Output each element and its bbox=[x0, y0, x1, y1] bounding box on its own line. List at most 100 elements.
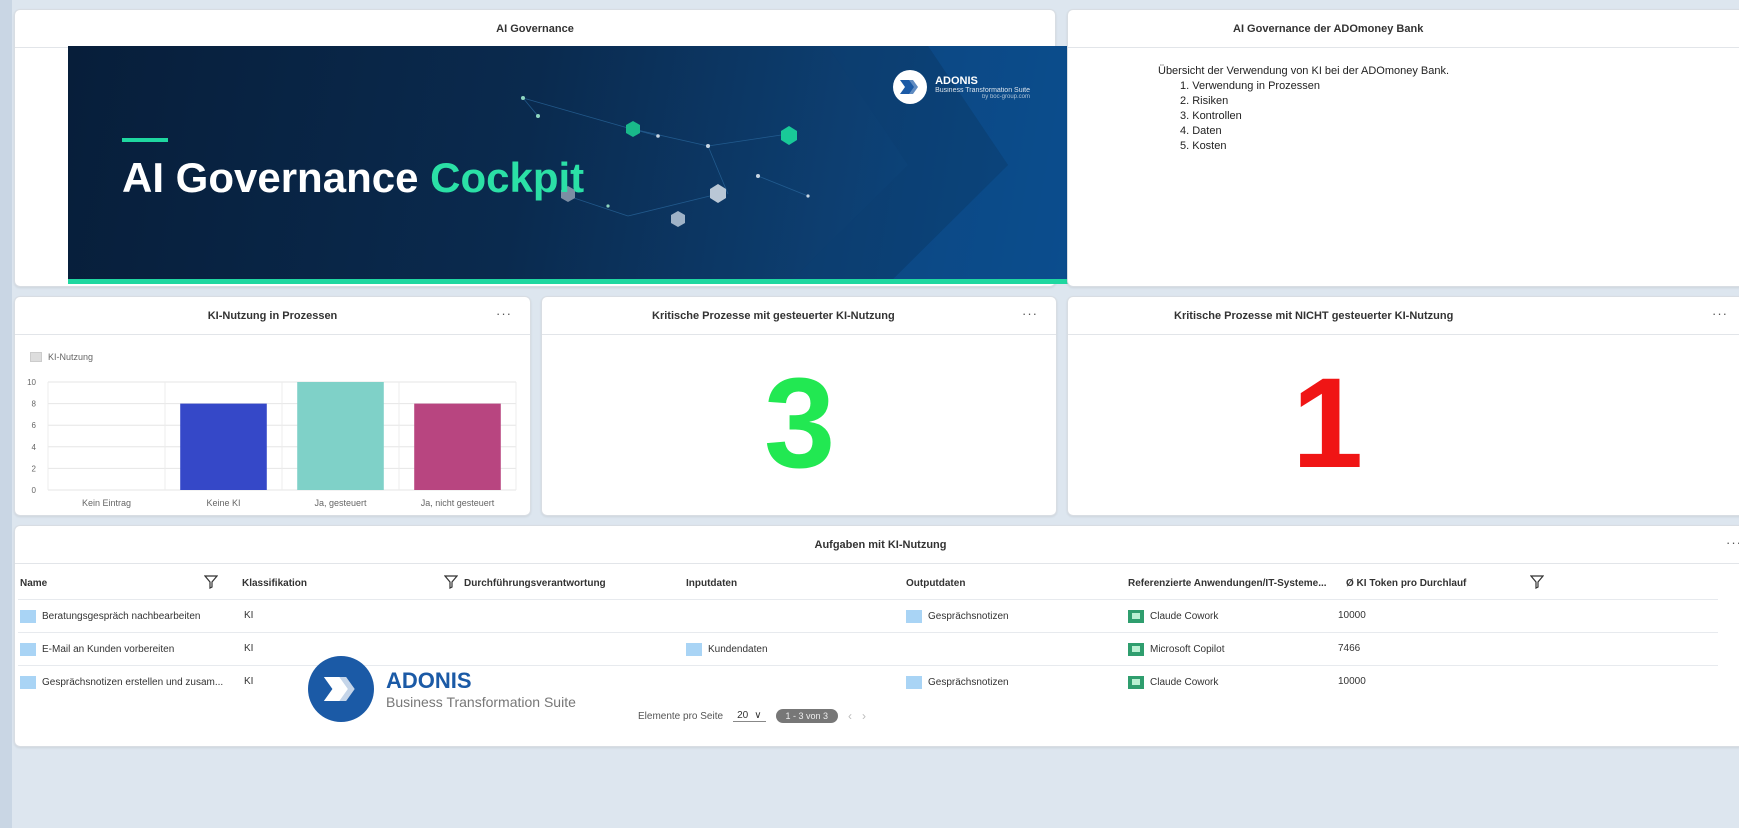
cell-name[interactable]: Beratungsgespräch nachbearbeiten bbox=[20, 610, 200, 623]
banner-bottom-line bbox=[68, 279, 1078, 284]
column-header-inputdaten[interactable]: Inputdaten bbox=[686, 578, 737, 589]
cell-token: 10000 bbox=[1338, 610, 1366, 621]
application-icon bbox=[1128, 676, 1144, 689]
adonis-watermark: ADONIS Business Transformation Suite bbox=[308, 656, 576, 722]
table-row[interactable]: Beratungsgespräch nachbearbeiten KI Gesp… bbox=[18, 599, 1718, 632]
kpi-controlled-menu-button[interactable]: ··· bbox=[1022, 307, 1038, 321]
task-icon bbox=[20, 610, 36, 623]
column-header-name[interactable]: Name bbox=[20, 578, 47, 589]
banner-title: AI Governance Cockpit bbox=[122, 154, 584, 202]
tasks-table-title: Aufgaben mit KI-Nutzung bbox=[15, 526, 1739, 564]
watermark-name: ADONIS bbox=[386, 668, 472, 693]
task-icon bbox=[20, 676, 36, 689]
column-header-klassifikation[interactable]: Klassifikation bbox=[242, 578, 307, 589]
column-header-anwendungen[interactable]: Referenzierte Anwendungen/IT-Systeme... bbox=[1128, 578, 1327, 589]
cell-token: 7466 bbox=[1338, 643, 1361, 654]
banner-accent-line bbox=[122, 138, 168, 142]
cell-name[interactable]: E-Mail an Kunden vorbereiten bbox=[20, 643, 174, 656]
kpi-uncontrolled-title: Kritische Prozesse mit NICHT gesteuerter… bbox=[1068, 297, 1739, 335]
x-tick-label: Keine KI bbox=[206, 498, 240, 508]
info-card-title: AI Governance der ADOmoney Bank bbox=[1068, 10, 1739, 48]
bar bbox=[297, 382, 384, 490]
hex-node bbox=[781, 126, 797, 145]
column-header-outputdaten[interactable]: Outputdaten bbox=[906, 578, 965, 589]
y-tick-label: 4 bbox=[32, 443, 37, 452]
kpi-uncontrolled-card: Kritische Prozesse mit NICHT gesteuerter… bbox=[1067, 296, 1739, 516]
legend-swatch bbox=[30, 352, 42, 362]
kpi-uncontrolled-value: 1 bbox=[1292, 352, 1364, 495]
column-header-token[interactable]: Ø KI Token pro Durchlauf bbox=[1346, 578, 1466, 589]
banner-logo: ADONIS Business Transformation Suite by … bbox=[893, 70, 1030, 104]
cell-system[interactable]: Claude Cowork bbox=[1128, 610, 1218, 623]
y-tick-label: 0 bbox=[32, 486, 37, 495]
tasks-table-menu-button[interactable]: ··· bbox=[1726, 536, 1739, 550]
table-row[interactable]: Gesprächsnotizen erstellen und zusam... … bbox=[18, 665, 1718, 698]
kpi-controlled-title: Kritische Prozesse mit gesteuerter KI-Nu… bbox=[542, 297, 1056, 335]
hex-node bbox=[710, 184, 726, 203]
cell-klassifikation: KI bbox=[244, 610, 254, 621]
hex-node bbox=[626, 121, 640, 137]
kpi-uncontrolled-menu-button[interactable]: ··· bbox=[1712, 307, 1728, 321]
previous-page-icon[interactable]: ‹ bbox=[848, 709, 852, 723]
adonis-watermark-icon bbox=[308, 656, 374, 722]
kpi-controlled-value: 3 bbox=[764, 352, 836, 495]
banner-logo-url: by boc-group.com bbox=[981, 93, 1030, 100]
banner-logo-sub: Business Transformation Suite bbox=[935, 86, 1030, 94]
ki-usage-bar-chart: 0 2 4 6 8 10 Kein Eintrag Keine KI Ja, gesteuert… bbox=[27, 378, 517, 508]
filter-icon[interactable] bbox=[203, 575, 219, 592]
bar bbox=[180, 403, 267, 490]
task-icon bbox=[20, 643, 36, 656]
cell-system[interactable]: Microsoft Copilot bbox=[1128, 643, 1224, 656]
data-object-icon bbox=[906, 676, 922, 689]
info-list: 1. Verwendung in Prozessen 2. Risiken 3.… bbox=[1180, 79, 1449, 154]
page-size-select[interactable]: 20 ∨ bbox=[733, 710, 766, 722]
cell-output[interactable]: Gesprächsnotizen bbox=[906, 610, 1009, 623]
adonis-logo-icon bbox=[893, 70, 928, 104]
banner-logo-name: ADONIS bbox=[935, 74, 978, 87]
data-object-icon bbox=[686, 643, 702, 656]
cell-system[interactable]: Claude Cowork bbox=[1128, 676, 1218, 689]
ai-governance-banner: AI Governance Cockpit ADONIS Business Tr… bbox=[68, 46, 1078, 284]
info-list-item: 1. Verwendung in Prozessen bbox=[1180, 80, 1321, 92]
application-icon bbox=[1128, 610, 1144, 623]
table-row[interactable]: E-Mail an Kunden vorbereiten KI Kundenda… bbox=[18, 632, 1718, 665]
next-page-icon[interactable]: › bbox=[862, 709, 866, 723]
legend-label: KI-Nutzung bbox=[48, 352, 94, 362]
page-range: 1 - 3 von 3 bbox=[775, 709, 839, 723]
cell-input[interactable]: Kundendaten bbox=[686, 643, 768, 656]
cell-name[interactable]: Gesprächsnotizen erstellen und zusam... bbox=[20, 676, 223, 689]
banner-title-highlight: Cockpit bbox=[430, 154, 585, 201]
x-tick-label: Ja, nicht gesteuert bbox=[421, 498, 495, 508]
watermark-sub: Business Transformation Suite bbox=[386, 694, 576, 710]
chart-card-menu-button[interactable]: ··· bbox=[496, 307, 512, 321]
cell-token: 10000 bbox=[1338, 676, 1366, 687]
y-tick-label: 6 bbox=[32, 421, 37, 430]
y-tick-label: 10 bbox=[27, 378, 36, 387]
pagination: Elemente pro Seite 20 ∨ 1 - 3 von 3 ‹ › bbox=[638, 709, 866, 723]
cell-klassifikation: KI bbox=[244, 676, 254, 687]
application-icon bbox=[1128, 643, 1144, 656]
hex-node bbox=[671, 211, 685, 227]
info-list-item: 4. Daten bbox=[1180, 125, 1222, 137]
y-tick-label: 8 bbox=[32, 400, 37, 409]
x-tick-label: Kein Eintrag bbox=[82, 498, 131, 508]
chevron-down-icon: ∨ bbox=[754, 710, 762, 721]
x-tick-label: Ja, gesteuert bbox=[314, 498, 367, 508]
table-header: Name Klassifikation Durchführungsverantw… bbox=[18, 572, 1718, 598]
info-list-item: 3. Kontrollen bbox=[1180, 110, 1242, 122]
filter-icon[interactable] bbox=[1529, 575, 1545, 592]
info-intro: Übersicht der Verwendung von KI bei der … bbox=[1158, 65, 1450, 77]
page-size-label: Elemente pro Seite bbox=[638, 710, 724, 722]
data-object-icon bbox=[906, 610, 922, 623]
filter-icon[interactable] bbox=[443, 575, 459, 592]
left-edge-strip bbox=[0, 0, 12, 828]
chart-legend: KI-Nutzung bbox=[30, 352, 93, 362]
banner-card-title: AI Governance bbox=[15, 10, 1055, 48]
column-header-verantwortung[interactable]: Durchführungsverantwortung bbox=[464, 578, 606, 589]
info-list-item: 2. Risiken bbox=[1180, 95, 1229, 107]
info-list-item: 5. Kosten bbox=[1180, 140, 1227, 152]
info-text: Übersicht der Verwendung von KI bei der … bbox=[1158, 64, 1449, 154]
cell-output[interactable]: Gesprächsnotizen bbox=[906, 676, 1009, 689]
y-tick-label: 2 bbox=[32, 464, 37, 473]
cell-klassifikation: KI bbox=[244, 643, 254, 654]
